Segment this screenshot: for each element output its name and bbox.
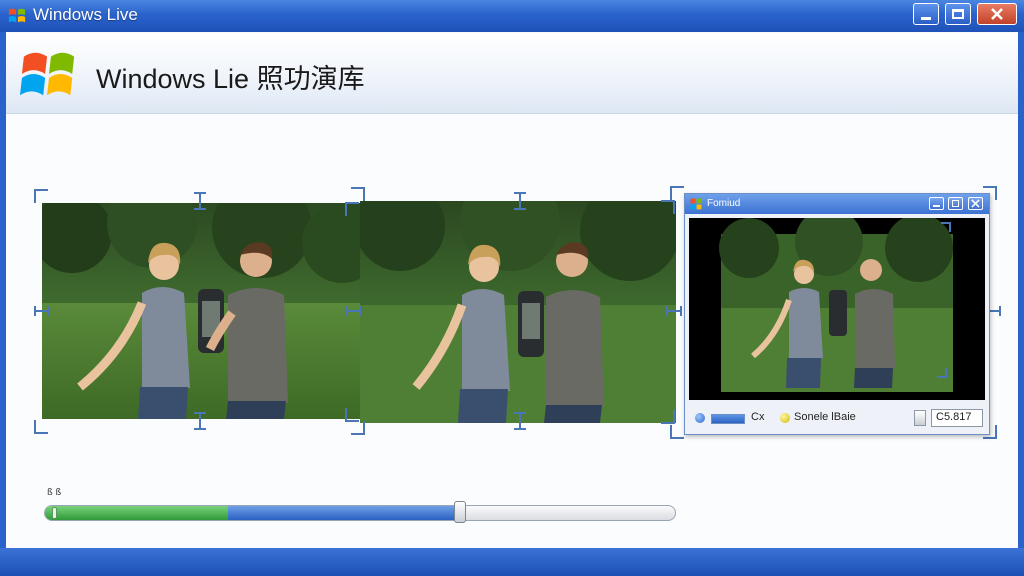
photo-image bbox=[42, 203, 360, 419]
yellow-dot-icon bbox=[780, 413, 790, 423]
app-header: Windows Lie 照功演库 bbox=[6, 33, 1018, 114]
window-bottom-border bbox=[0, 548, 1024, 576]
resize-handle[interactable] bbox=[661, 200, 675, 214]
preview-close-button[interactable] bbox=[968, 197, 983, 210]
crop-handle-middle[interactable] bbox=[345, 306, 361, 316]
resize-handle-bottom-right[interactable] bbox=[351, 421, 365, 435]
preview-window[interactable]: Fomiud Cx Sonele lBaie C5.817 bbox=[684, 193, 990, 435]
crop-handle-top[interactable] bbox=[194, 192, 206, 210]
maximize-button[interactable] bbox=[945, 3, 971, 25]
resize-handle-top-right[interactable] bbox=[351, 187, 365, 201]
photo-image bbox=[360, 201, 676, 423]
status-progress bbox=[711, 414, 745, 424]
resize-handle[interactable] bbox=[670, 425, 684, 439]
windows-flag-icon bbox=[690, 198, 702, 210]
crop-handle-top[interactable] bbox=[514, 192, 526, 210]
resize-handle[interactable] bbox=[670, 186, 684, 200]
photo-frame-2[interactable] bbox=[360, 201, 676, 423]
resize-handle[interactable] bbox=[345, 408, 359, 422]
minimize-icon bbox=[921, 17, 931, 20]
preview-statusbar: Cx Sonele lBaie C5.817 bbox=[685, 404, 989, 432]
progress-label: ß ß bbox=[47, 488, 62, 498]
window-title: Windows Live bbox=[33, 5, 138, 24]
progress-fill-blue bbox=[228, 506, 461, 520]
seek-bar[interactable] bbox=[44, 505, 676, 521]
crop-handle-bottom[interactable] bbox=[194, 412, 206, 430]
status-middle-text: Sonele lBaie bbox=[794, 411, 856, 423]
photo-frame-1[interactable] bbox=[42, 203, 360, 419]
preview-titlebar[interactable]: Fomiud bbox=[685, 194, 989, 214]
resize-handle[interactable] bbox=[661, 410, 675, 424]
resize-handle[interactable] bbox=[941, 222, 951, 232]
preview-minimize-button[interactable] bbox=[929, 197, 944, 210]
windows-flag-icon bbox=[20, 52, 75, 96]
slider-icon[interactable] bbox=[914, 410, 926, 426]
close-icon bbox=[971, 199, 980, 208]
minimize-button[interactable] bbox=[913, 3, 939, 25]
status-right-value: C5.817 bbox=[936, 411, 972, 423]
crop-handle-left[interactable] bbox=[34, 306, 50, 316]
maximize-icon bbox=[952, 200, 959, 207]
minimize-icon bbox=[933, 205, 940, 207]
crop-handle-right[interactable] bbox=[666, 306, 682, 316]
window-titlebar[interactable]: Windows Live bbox=[0, 0, 1024, 33]
windows-flag-icon bbox=[8, 8, 26, 23]
status-dot-icon bbox=[695, 413, 705, 423]
seek-start-marker bbox=[52, 507, 57, 519]
status-left-text: Cx bbox=[751, 411, 765, 423]
close-icon bbox=[991, 8, 1003, 20]
progress-fill-green bbox=[45, 506, 228, 520]
close-button[interactable] bbox=[977, 3, 1017, 25]
crop-handle-bottom[interactable] bbox=[514, 412, 526, 430]
resize-handle-bottom-left[interactable] bbox=[34, 420, 48, 434]
preview-title: Fomiud bbox=[707, 198, 741, 209]
resize-handle-top-left[interactable] bbox=[34, 189, 48, 203]
preview-video[interactable] bbox=[689, 208, 985, 400]
resize-handle[interactable] bbox=[937, 368, 947, 378]
preview-maximize-button[interactable] bbox=[948, 197, 963, 210]
app-title: Windows Lie 照功演库 bbox=[96, 64, 365, 94]
seek-thumb[interactable] bbox=[454, 501, 466, 523]
maximize-icon bbox=[952, 9, 964, 19]
resize-handle[interactable] bbox=[345, 202, 359, 216]
